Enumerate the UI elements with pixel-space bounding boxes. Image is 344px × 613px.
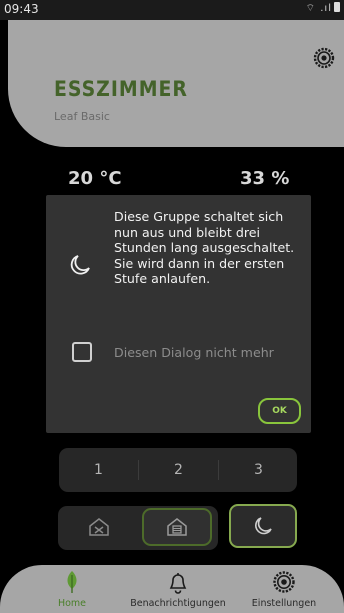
nav-notifications-label: Benachrichtigungen: [130, 598, 226, 609]
moon-icon: [255, 517, 272, 535]
nav-home-label: Home: [57, 598, 87, 609]
bottom-navigation: Home Benachrichtigungen Einstellungen: [0, 565, 344, 613]
battery-icon: [334, 2, 340, 12]
status-bar: 09:43 ⌔ .ıl: [0, 0, 344, 20]
signal-wifi-icons: ⌔ .ıl: [305, 3, 332, 14]
status-icons: ⌔ .ıl: [306, 2, 340, 15]
room-title: ESSZIMMER: [54, 77, 188, 101]
level-1-button[interactable]: 1: [59, 448, 138, 492]
ok-button[interactable]: OK: [258, 398, 301, 424]
nav-home[interactable]: Home: [44, 565, 100, 613]
mode-manual-button[interactable]: [142, 508, 212, 546]
mode-selector: [58, 506, 218, 550]
room-device-type: Leaf Basic: [54, 110, 110, 123]
leaf-icon: [67, 571, 77, 593]
night-mode-button[interactable]: [229, 504, 297, 548]
house-vent-icon: [167, 518, 187, 536]
mode-auto-button[interactable]: [64, 508, 134, 546]
gear-icon: [313, 47, 335, 69]
house-fan-icon: [89, 518, 109, 536]
level-3-button[interactable]: 3: [219, 448, 298, 492]
dont-show-again-label[interactable]: Diesen Dialog nicht mehr: [114, 345, 274, 360]
nav-notifications[interactable]: Benachrichtigungen: [124, 565, 232, 613]
level-2-button[interactable]: 2: [139, 448, 218, 492]
moon-icon: [70, 255, 90, 275]
temperature-value: 20 °C: [68, 168, 122, 189]
nav-settings-label: Einstellungen: [251, 598, 317, 609]
status-time: 09:43: [4, 2, 39, 16]
dont-show-again-checkbox[interactable]: [72, 342, 92, 362]
gear-icon: [273, 571, 295, 593]
dialog-message: Diese Gruppe schaltet sich nun aus und b…: [114, 209, 295, 287]
nav-settings[interactable]: Einstellungen: [244, 565, 324, 613]
room-settings-button[interactable]: [313, 47, 335, 69]
shutdown-dialog: Diese Gruppe schaltet sich nun aus und b…: [46, 195, 311, 433]
humidity-value: 33 %: [240, 168, 290, 189]
bell-icon: [169, 573, 187, 594]
level-selector: 1 2 3: [59, 448, 297, 492]
